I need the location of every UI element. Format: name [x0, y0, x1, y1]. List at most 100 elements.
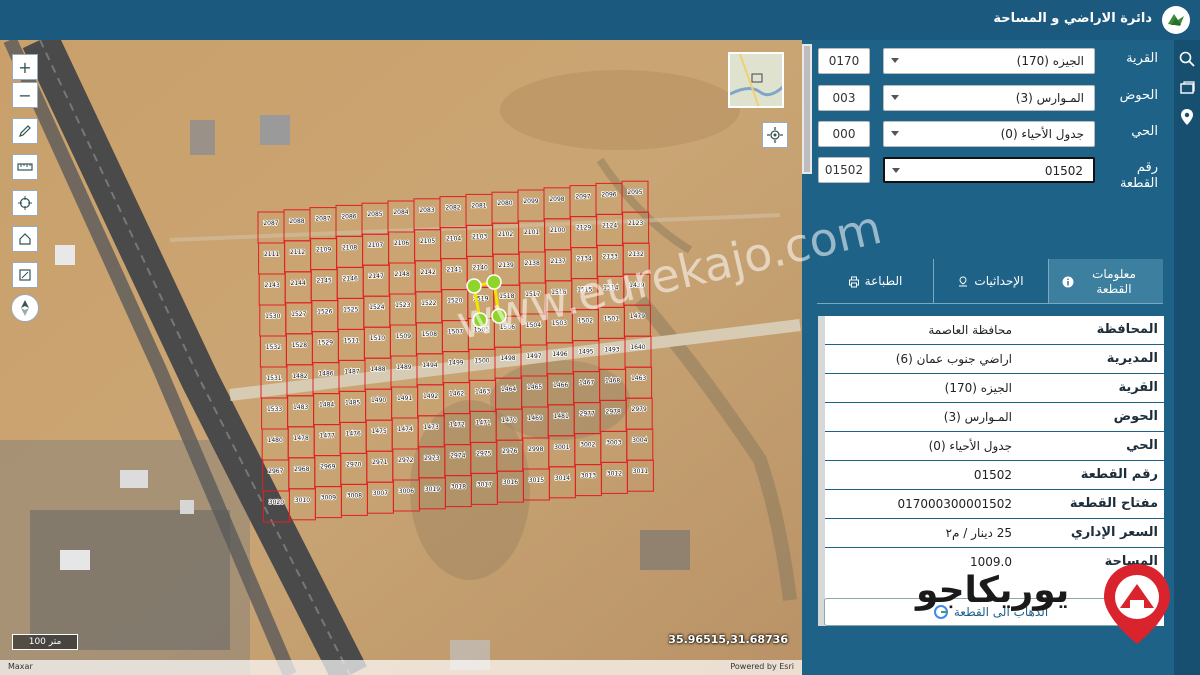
parcel-number: 3019 — [425, 486, 440, 493]
parcel-number: 1488 — [370, 366, 385, 373]
district-select[interactable]: جدول الأحياء (0) — [883, 121, 1095, 147]
parcel-number: 1527 — [291, 311, 306, 318]
compass-button[interactable] — [11, 294, 39, 322]
parcel-number: 2112 — [290, 249, 305, 256]
tab-coordinates[interactable]: الإحداثيات — [933, 259, 1048, 304]
crosshair-button[interactable] — [12, 190, 38, 216]
tabs-divider — [817, 303, 1163, 304]
tab-print[interactable]: الطباعة — [817, 259, 933, 304]
parcel-number: 2146 — [343, 275, 358, 282]
info-row: السعر الإداري 25 دينار / م٢ — [825, 519, 1164, 548]
parcel-number: 1529 — [318, 340, 333, 347]
parcel-number: 1510 — [370, 335, 385, 342]
parcel-number: 3018 — [451, 484, 466, 491]
village-label: القرية — [1126, 51, 1158, 66]
info-value: الجيزه (170) — [944, 381, 1012, 395]
parcel-number: 2971 — [372, 459, 387, 466]
parcel-number: 2111 — [264, 251, 279, 258]
info-key: المحافظة — [1096, 322, 1158, 337]
parcel-number: 2097 — [575, 194, 590, 201]
parcel-number: 2977 — [580, 411, 595, 418]
compass-icon — [21, 300, 29, 316]
zoom-in-button[interactable]: + — [12, 54, 38, 80]
search-icon[interactable] — [1178, 50, 1196, 68]
parcel-number: 3006 — [399, 488, 414, 495]
pin-icon — [959, 275, 968, 286]
basin-code[interactable]: 003 — [818, 85, 870, 111]
parcel-number: 2998 — [528, 446, 543, 453]
info-value: اراضي جنوب عمان (6) — [895, 352, 1012, 366]
parcel-number: 3017 — [477, 481, 492, 488]
parcel-number: 1525 — [343, 306, 358, 313]
info-value: 25 دينار / م٢ — [945, 526, 1012, 540]
info-icon — [1062, 276, 1074, 287]
info-key: الحي — [1126, 438, 1158, 453]
parcel-number: 1522 — [421, 300, 436, 307]
parcel-number: 2099 — [523, 198, 538, 205]
parcel-number: 2140 — [473, 264, 488, 271]
select-area-button[interactable] — [12, 262, 38, 288]
parcel-number: 2134 — [577, 256, 592, 263]
layers-icon[interactable] — [1178, 80, 1196, 98]
print-icon — [848, 276, 859, 287]
parcel-code[interactable]: 01502 — [818, 157, 870, 183]
info-row: مفتاح القطعة 017000300001502 — [825, 490, 1164, 519]
locate-button[interactable] — [762, 122, 788, 148]
parcel-number: 2085 — [367, 211, 382, 218]
parcel-number: 3007 — [373, 490, 388, 497]
overview-minimap[interactable] — [728, 52, 784, 108]
parcel-number: 2101 — [524, 229, 539, 236]
parcel-number: 2141 — [447, 267, 462, 274]
parcel-number: 1523 — [395, 302, 410, 309]
district-label: الحي — [1131, 124, 1158, 139]
info-value: 01502 — [973, 468, 1012, 482]
parcel-number: 3010 — [295, 497, 310, 504]
parcel-number: 1524 — [369, 304, 384, 311]
parcel-select[interactable]: 01502 — [883, 157, 1095, 183]
draw-tool-button[interactable] — [12, 118, 38, 144]
info-key: السعر الإداري — [1070, 525, 1158, 540]
measure-tool-button[interactable] — [12, 154, 38, 180]
parcel-number: 2088 — [289, 218, 304, 225]
parcel-number: 2979 — [632, 406, 647, 413]
district-code[interactable]: 000 — [818, 121, 870, 147]
info-key: رقم القطعة — [1080, 467, 1158, 482]
parcel-number: 3020 — [269, 499, 284, 506]
esri-credit[interactable]: Powered by Esri — [730, 662, 794, 671]
chevron-down-icon — [892, 168, 900, 173]
brand-logo: يوريكاجو — [916, 560, 1176, 650]
zoom-out-button[interactable]: − — [12, 82, 38, 108]
village-code[interactable]: 0170 — [818, 48, 870, 74]
village-select[interactable]: الجيزه (170) — [883, 48, 1095, 74]
info-value: جدول الأحياء (0) — [928, 439, 1012, 453]
ruler-icon — [17, 163, 33, 171]
basin-label: الحوض — [1119, 88, 1158, 103]
parcel-number: 1491 — [397, 395, 412, 402]
info-row: المحافظة محافظة العاصمة — [825, 316, 1164, 345]
form-scrollbar-thumb[interactable] — [804, 46, 810, 172]
scale-bar: 100 متر — [12, 634, 78, 650]
parcel-number: 1496 — [552, 351, 567, 358]
info-row: القرية الجيزه (170) — [825, 374, 1164, 403]
parcel-number: 3015 — [529, 477, 544, 484]
parcel-number: 2973 — [424, 455, 439, 462]
app-header: دائرة الاراضي و المساحة — [0, 0, 1200, 40]
brand-logo-text: يوريكاجو — [916, 570, 1070, 611]
dls-logo-icon — [1162, 6, 1190, 34]
tab-parcel-info[interactable]: معلومات القطعة — [1048, 259, 1163, 304]
tab-separator — [1048, 259, 1049, 304]
parcel-number: 1466 — [553, 382, 568, 389]
satellite-imagery[interactable]: 2087 2088 2087 2086 2085 2084 2083 2082 2081 2080… — [0, 40, 802, 675]
parcel-select-value: 01502 — [1044, 164, 1083, 178]
parcel-number: 2137 — [551, 258, 566, 265]
map-view[interactable]: 2087 2088 2087 2086 2085 2084 2083 2082 2081 2080… — [0, 40, 802, 675]
parcel-number: 2107 — [368, 242, 383, 249]
home-button[interactable] — [12, 226, 38, 252]
parcel-number: 1500 — [474, 357, 489, 364]
location-pin-icon[interactable] — [1178, 108, 1196, 126]
basin-select[interactable]: المـوارس (3) — [883, 85, 1095, 111]
parcel-number: 3009 — [321, 495, 336, 502]
tab-parcel-info-label: معلومات القطعة — [1092, 266, 1136, 296]
parcel-number: 1477 — [320, 433, 335, 440]
parcel-number: 1526 — [317, 309, 332, 316]
